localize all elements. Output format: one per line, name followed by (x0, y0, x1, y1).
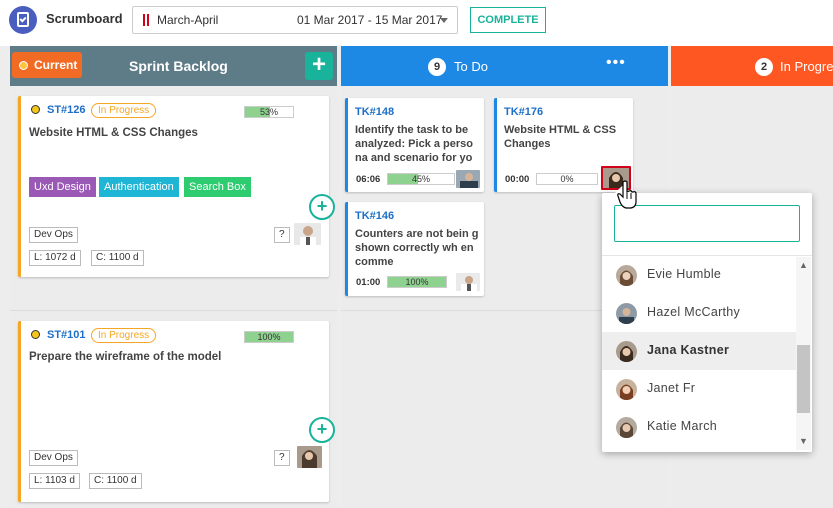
member-name: Katie March (647, 419, 717, 433)
scrollbar[interactable]: ▲ ▼ (796, 257, 811, 450)
scrumboard-logo-icon (9, 6, 37, 34)
task-card[interactable]: TK#146 Counters are not bein g shown cor… (345, 202, 484, 296)
more-options-icon[interactable]: ••• (606, 54, 626, 72)
story-card[interactable]: ST#101 In Progress 100% Prepare the wire… (18, 321, 335, 502)
member-item[interactable]: Katie March (602, 408, 796, 446)
task-id[interactable]: TK#176 (504, 106, 543, 118)
app-title: Scrumboard (46, 11, 123, 26)
avatar[interactable] (456, 170, 480, 188)
todo-count-badge: 9 (428, 58, 446, 76)
member-item[interactable]: Jana Kastner (602, 332, 796, 370)
story-progress-bar: 53% (244, 106, 294, 118)
sprint-select[interactable]: March-April 01 Mar 2017 - 15 Mar 2017 (132, 6, 458, 34)
top-bar: Scrumboard March-April 01 Mar 2017 - 15 … (0, 0, 833, 42)
task-id[interactable]: TK#146 (355, 210, 394, 222)
lightbulb-icon (31, 330, 40, 339)
story-progress-bar: 100% (244, 331, 294, 343)
status-badge: In Progress (91, 328, 157, 343)
todo-header: 9 To Do ••• (341, 46, 668, 86)
avatar (616, 379, 637, 400)
add-task-button[interactable]: + (309, 194, 335, 220)
avatar (616, 265, 637, 286)
task-card[interactable]: TK#148 Identify the task to be analyzed:… (345, 98, 484, 192)
story-row-divider (10, 310, 337, 311)
sprint-date-range: 01 Mar 2017 - 15 Mar 2017 (297, 13, 443, 27)
scroll-up-icon[interactable]: ▲ (799, 261, 808, 270)
avatar (616, 303, 637, 324)
task-id[interactable]: TK#148 (355, 106, 394, 118)
scrollbar-thumb[interactable] (797, 345, 810, 413)
team-label[interactable]: Dev Ops (29, 227, 78, 243)
current-label: Current (34, 58, 78, 72)
hand-cursor-icon (617, 180, 637, 209)
status-badge: In Progress (91, 103, 157, 118)
tag-chip[interactable]: Uxd Design (29, 177, 96, 197)
current-sprint-tag[interactable]: Current (12, 52, 82, 78)
help-button[interactable]: ? (274, 227, 290, 243)
inprogress-title: In Progre (780, 59, 833, 74)
lead-time: L: 1072 d (29, 250, 81, 266)
help-button[interactable]: ? (274, 450, 290, 466)
story-title: Website HTML & CSS Changes (29, 127, 198, 139)
inprogress-count-badge: 2 (755, 58, 773, 76)
task-time: 06:06 (356, 174, 381, 185)
task-title: Identify the task to be analyzed: Pick a… (355, 124, 473, 164)
story-id[interactable]: ST#101 (47, 329, 86, 341)
lead-time: L: 1103 d (29, 473, 80, 489)
member-item[interactable]: Janet Fr (602, 370, 796, 408)
task-progress-bar: 100% (387, 276, 447, 288)
inprogress-header: 2 In Progre (671, 46, 833, 86)
progress-label: 45% (411, 174, 430, 184)
sprint-backlog-header: Current Sprint Backlog + (10, 46, 337, 86)
cycle-time: C: 1100 d (91, 250, 144, 266)
member-name: Janet Fr (647, 381, 696, 395)
task-time: 01:00 (356, 277, 381, 288)
avatar[interactable] (294, 223, 321, 245)
task-time: 00:00 (505, 174, 530, 185)
avatar[interactable] (297, 446, 322, 468)
avatar[interactable] (456, 273, 480, 291)
task-title: Website HTML & CSS Changes (504, 124, 617, 150)
story-id[interactable]: ST#126 (47, 104, 86, 116)
task-progress-bar: 45% (387, 173, 455, 185)
assignee-search-input[interactable] (614, 205, 800, 242)
add-task-button[interactable]: + (309, 417, 335, 443)
member-item[interactable]: Hazel McCarthy (602, 294, 796, 332)
todo-title: To Do (454, 59, 488, 74)
member-name: Hazel McCarthy (647, 305, 741, 319)
progress-label: 0% (560, 174, 574, 184)
avatar (616, 341, 637, 362)
add-story-button[interactable]: + (305, 52, 333, 80)
story-card[interactable]: ST#126 In Progress 53% Website HTML & CS… (18, 96, 335, 277)
team-label[interactable]: Dev Ops (29, 450, 78, 466)
task-title: Counters are not bein g shown correctly … (355, 228, 479, 268)
progress-label: 100% (257, 332, 281, 342)
chevron-down-icon[interactable] (440, 18, 448, 23)
cycle-time: C: 1100 d (89, 473, 142, 489)
sprint-backlog-title: Sprint Backlog (129, 58, 228, 74)
task-card[interactable]: TK#176 Website HTML & CSS Changes 00:00 … (494, 98, 633, 192)
lightbulb-icon (31, 105, 40, 114)
avatar (616, 417, 637, 438)
progress-label: 53% (259, 107, 278, 117)
progress-label: 100% (405, 277, 429, 287)
member-item[interactable]: Evie Humble (602, 256, 796, 294)
assignee-popup: Evie Humble Hazel McCarthy Jana Kastner … (602, 186, 812, 452)
sprint-flag-icon (143, 14, 149, 26)
complete-sprint-button[interactable]: COMPLETE (470, 7, 546, 33)
task-progress-bar: 0% (536, 173, 598, 185)
current-dot-icon (19, 61, 28, 70)
story-title: Prepare the wireframe of the model (29, 351, 222, 363)
member-name: Evie Humble (647, 267, 722, 281)
sprint-name: March-April (157, 13, 219, 27)
tag-chip[interactable]: Search Box (184, 177, 251, 197)
tag-chip[interactable]: Authentication (99, 177, 179, 197)
scroll-down-icon[interactable]: ▼ (799, 437, 808, 446)
member-name: Jana Kastner (647, 343, 730, 357)
